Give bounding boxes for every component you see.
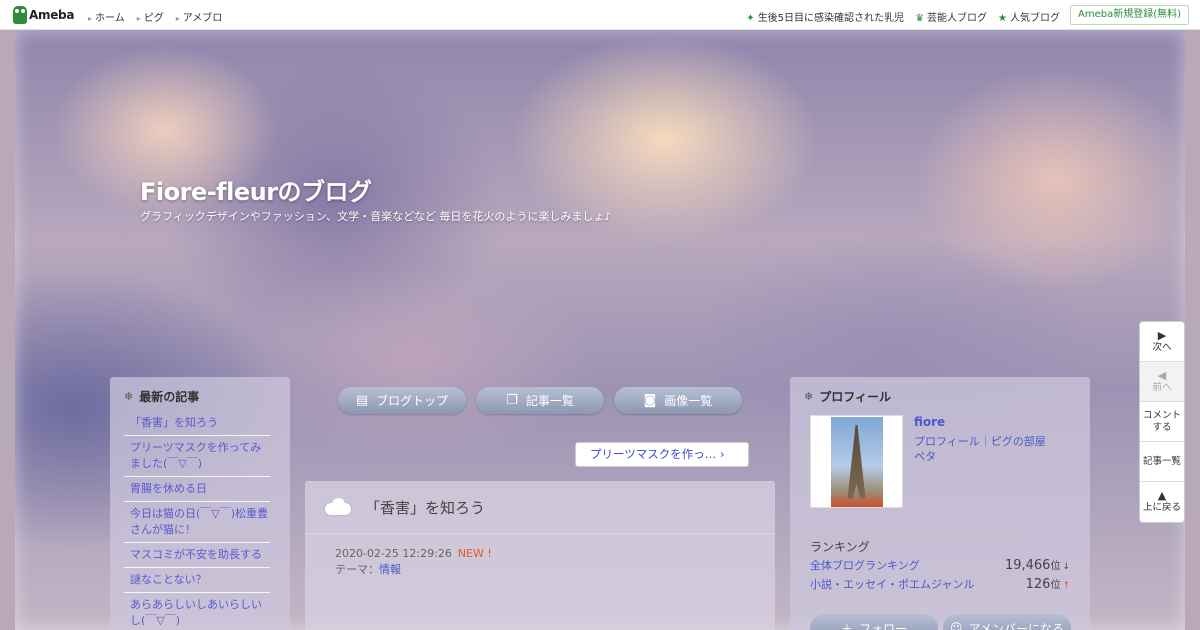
ranking-number: 126 (1025, 577, 1051, 592)
nav-pigg[interactable]: ピグ (137, 9, 164, 24)
ranking-unit: 位 (1050, 580, 1061, 591)
blog-top-label: ブログトップ (376, 394, 449, 408)
top-links: ✦ 生後5日目に感染確認された乳児 ♛ 芸能人ブログ ★ 人気ブログ (746, 9, 1060, 24)
next-label: 次へ (1152, 341, 1172, 353)
prev-button[interactable]: ◀ 前へ (1140, 362, 1184, 402)
ranking-number: 19,466 (1004, 558, 1051, 573)
article-list-label: 記事一覧 (525, 394, 574, 408)
article-header: 「香害」を知ろう (305, 481, 775, 534)
side-navigation: ▶ 次へ ◀ 前へ コメント する 記事一覧 ▲ 上に戻る (1139, 321, 1185, 523)
profile-photo[interactable] (810, 415, 903, 508)
list-item[interactable]: 今日は猫の日(￣▽￣)松重豊さんが猫に！ (124, 502, 270, 543)
article-title[interactable]: 「香害」を知ろう (365, 497, 485, 518)
celebrity-blog-link[interactable]: ♛ 芸能人ブログ (915, 9, 987, 24)
arrow-up-icon: ↑ (1062, 581, 1070, 591)
member-label: アメンバーになる (968, 621, 1064, 630)
recent-heading-text: 最新の記事 (139, 390, 200, 404)
image-list-label: 画像一覧 (664, 394, 713, 408)
profile-links: プロフィール｜ピグの部屋 ペタ (914, 434, 1064, 464)
top-bar: Ameba ホーム ピグ アメブロ ✦生後5日目に感染確認された乳児 ♛芸能人ブ… (0, 0, 1200, 30)
article-list-side-label: 記事一覧 (1142, 455, 1181, 467)
profile-heading-text: プロフィール (819, 390, 891, 404)
theme-prefix: テーマ： (335, 563, 379, 576)
blog-title[interactable]: Fiore-fleurのブログ (140, 172, 372, 207)
next-article-link[interactable]: プリーツマスクを作っ… › (575, 442, 749, 467)
ranking-title: ランキング (810, 540, 870, 554)
news-link[interactable]: ✦ 生後5日目に感染確認された乳児 (746, 9, 904, 24)
popular-blog-label: 人気ブログ (1010, 13, 1060, 24)
article-card: 「香害」を知ろう 2020-02-25 12:29:26 NEW ! テーマ：情報 (305, 481, 775, 630)
blog-description: グラフィックデザインやファッション、文学・音楽などなど 毎日を花火のように楽しみ… (140, 210, 612, 223)
member-button[interactable]: ☺ アメンバーになる (943, 614, 1071, 630)
theme-link[interactable]: 情報 (379, 563, 401, 576)
list-item[interactable]: あらあらしいしあいらしいし(￣▽￣) (124, 593, 270, 630)
ranking-value: 126位 ↑ (1026, 576, 1070, 592)
cloud-icon (323, 497, 353, 517)
recent-articles-panel: ❄ 最新の記事 「香害」を知ろう プリーツマスクを作ってみました(￣▽￣) 胃腸… (110, 377, 290, 630)
play-left-icon: ◀ (1157, 368, 1167, 382)
profile-heading: ❄ プロフィール (804, 388, 1075, 405)
snowflake-icon: ❄ (804, 390, 814, 403)
register-button[interactable]: Ameba新規登録(無料) (1069, 5, 1189, 25)
recent-articles-list: 「香害」を知ろう プリーツマスクを作ってみました(￣▽￣) 胃腸を休める日 今日… (124, 411, 270, 630)
logo-text: Ameba (29, 8, 75, 22)
ranking-label[interactable]: 小説・エッセイ・ポエムジャンル (810, 576, 974, 592)
ranking-label[interactable]: 全体ブログランキング (810, 557, 920, 573)
news-link-label: 生後5日目に感染確認された乳児 (757, 13, 905, 24)
article-list-side-button[interactable]: 記事一覧 (1140, 442, 1184, 482)
blog-top-button[interactable]: ▤ ブログトップ (338, 387, 466, 414)
camera-icon: ◙ (643, 393, 657, 408)
document-icon: ▤ (355, 393, 369, 408)
follow-button[interactable]: ＋ フォロー (810, 614, 938, 630)
profile-panel: ❄ プロフィール fiore プロフィール｜ピグの部屋 ペタ ランキング 全体ブ… (790, 377, 1090, 630)
follow-label: フォロー (859, 621, 908, 630)
new-badge: NEW ! (457, 547, 492, 560)
plus-star-icon: ✦ (746, 13, 755, 24)
next-button[interactable]: ▶ 次へ (1140, 322, 1184, 362)
nav-ameblo[interactable]: アメブロ (176, 9, 223, 24)
popular-blog-link[interactable]: ★ 人気ブログ (998, 9, 1060, 24)
article-datetime: 2020-02-25 12:29:26 (335, 547, 452, 560)
comment-button[interactable]: コメント する (1140, 402, 1184, 442)
celebrity-blog-label: 芸能人ブログ (927, 13, 988, 24)
peta-link[interactable]: ペタ (914, 449, 1064, 464)
frog-icon (13, 6, 27, 24)
nav-home[interactable]: ホーム (88, 9, 125, 24)
copy-icon: ❐ (506, 393, 518, 408)
star-icon: ★ (998, 13, 1007, 24)
ameba-logo[interactable]: Ameba (13, 6, 74, 24)
ranking-value: 19,466位 ↓ (1005, 557, 1070, 573)
snowflake-icon: ❄ (124, 390, 134, 403)
arrow-down-icon: ↓ (1062, 562, 1070, 572)
ranking-unit: 位 (1050, 561, 1061, 572)
play-right-icon: ▶ (1157, 328, 1167, 342)
prev-label: 前へ (1152, 381, 1172, 393)
article-list-button[interactable]: ❐ 記事一覧 (476, 387, 604, 414)
article-meta: 2020-02-25 12:29:26 NEW ! テーマ：情報 (305, 534, 775, 578)
member-icon: ☺ (950, 621, 963, 630)
next-article-label: プリーツマスクを作っ… (590, 447, 717, 461)
crown-icon: ♛ (915, 13, 925, 24)
list-item[interactable]: 胃腸を休める日 (124, 477, 270, 502)
back-to-top-label: 上に戻る (1142, 502, 1181, 513)
ranking-row-genre: 小説・エッセイ・ポエムジャンル 126位 ↑ (810, 576, 1070, 592)
list-item[interactable]: プリーツマスクを作ってみました(￣▽￣) (124, 436, 270, 477)
image-list-button[interactable]: ◙ 画像一覧 (614, 387, 742, 414)
triangle-up-icon: ▲ (1157, 489, 1167, 502)
list-item[interactable]: マスコミが不安を助長する (124, 543, 270, 568)
list-item[interactable]: 謎なことない？ (124, 568, 270, 593)
recent-articles-heading: ❄ 最新の記事 (124, 388, 270, 405)
top-nav: ホーム ピグ アメブロ (88, 9, 222, 24)
profile-pigg-links[interactable]: プロフィール｜ピグの部屋 (914, 434, 1064, 449)
back-to-top-button[interactable]: ▲ 上に戻る (1140, 482, 1184, 522)
profile-name[interactable]: fiore (914, 415, 945, 429)
comment-label-1: コメント (1142, 409, 1181, 421)
ranking-row-overall: 全体ブログランキング 19,466位 ↓ (810, 557, 1070, 573)
eiffel-tower-image (830, 416, 883, 507)
chevron-right-icon: › (719, 447, 725, 461)
list-item[interactable]: 「香害」を知ろう (124, 411, 270, 436)
comment-label-2: する (1152, 421, 1172, 433)
tower-shape (847, 424, 866, 499)
plus-icon: ＋ (840, 621, 853, 630)
